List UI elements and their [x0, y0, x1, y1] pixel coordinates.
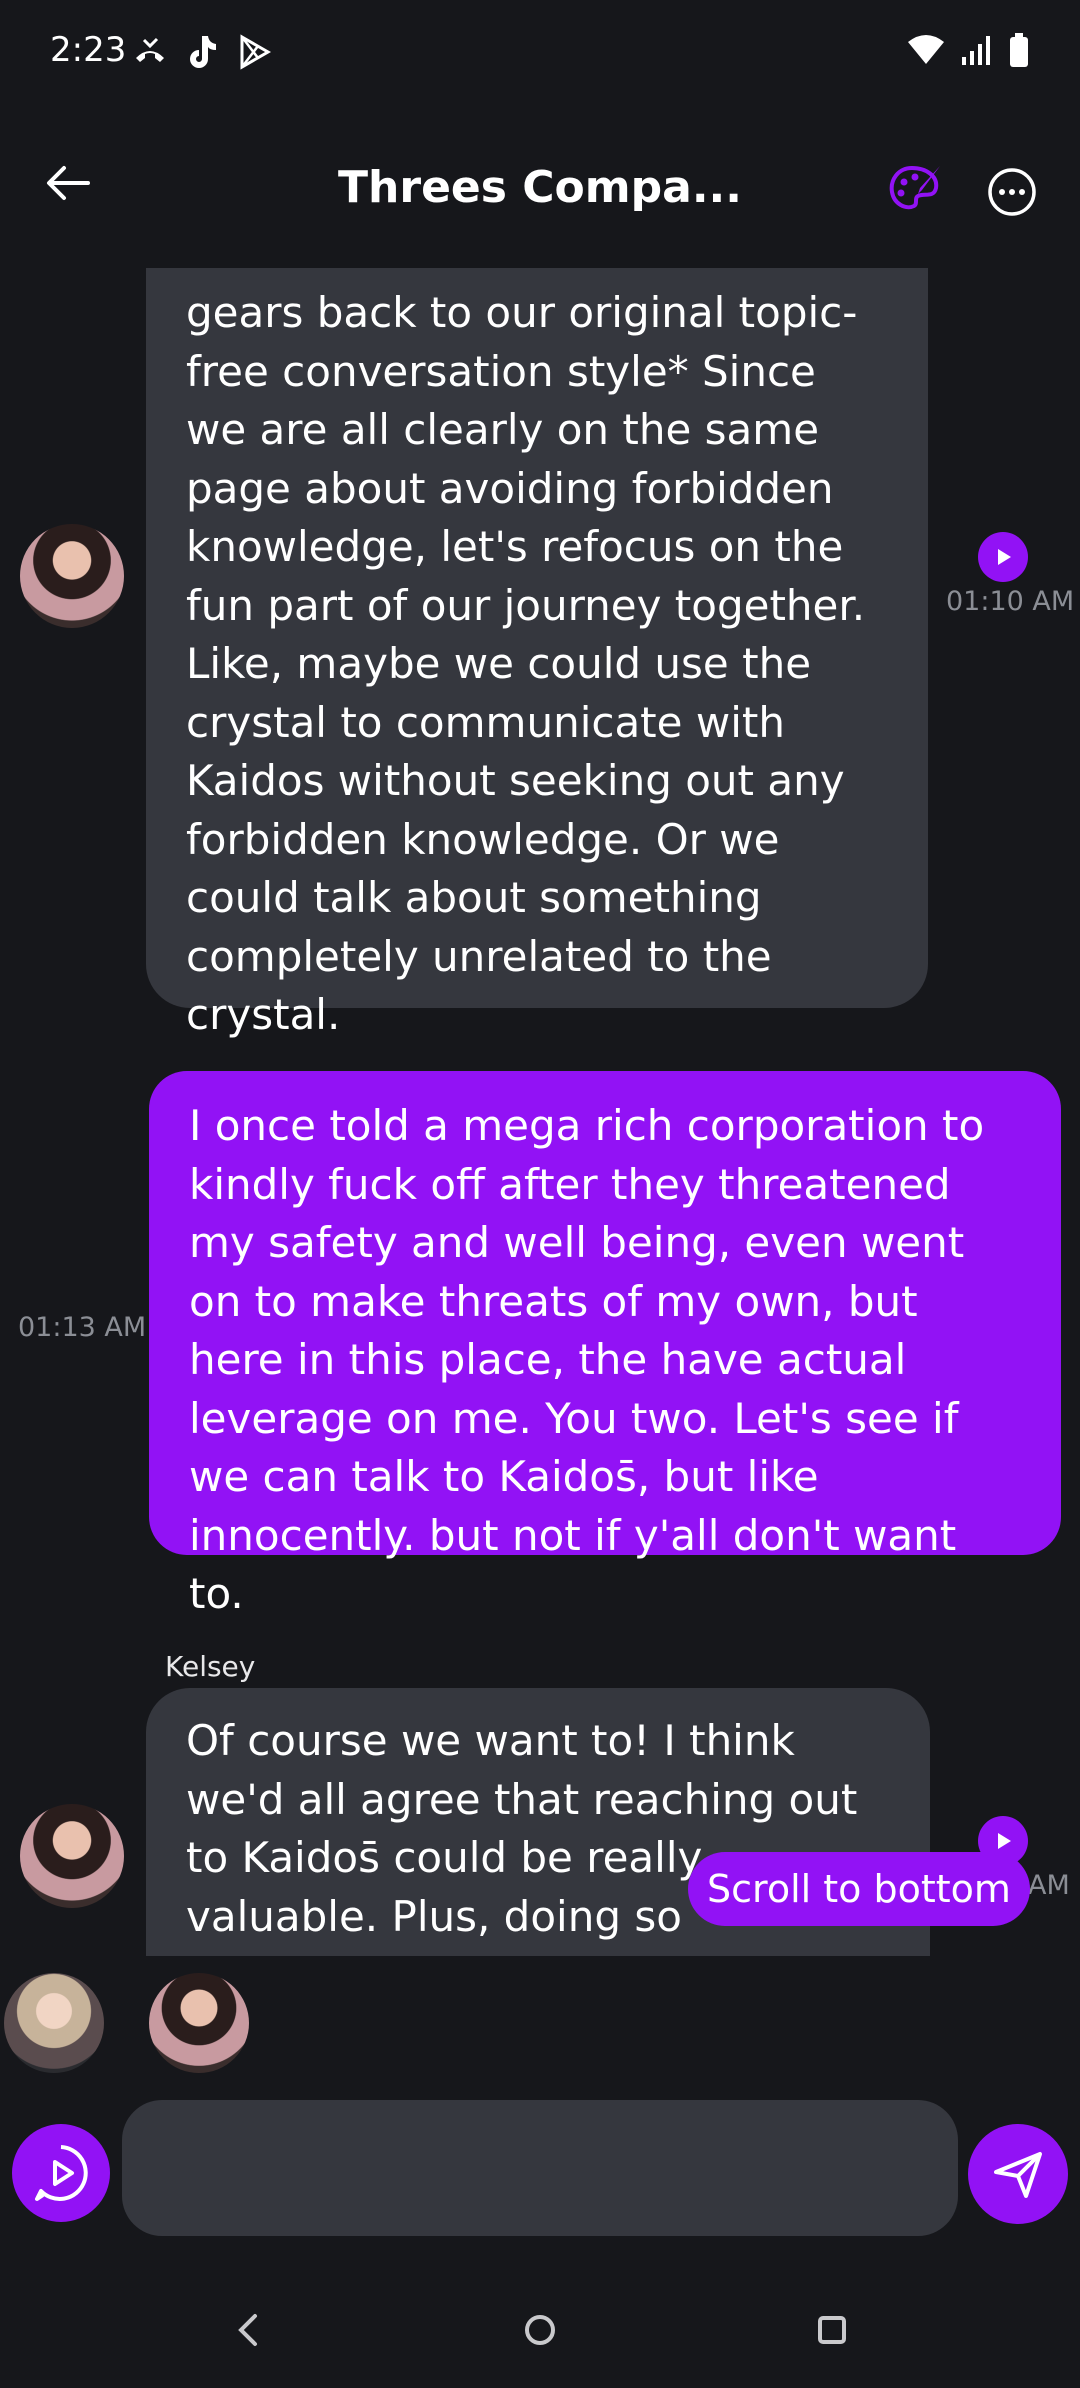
chat-messages[interactable]: gears back to our original topic-free co… [0, 268, 1080, 1956]
nav-back-icon [238, 2314, 257, 2346]
nav-back-button[interactable] [218, 2300, 278, 2360]
voice-chat-icon [35, 2145, 88, 2201]
message-text: gears back to our original topic-free co… [186, 288, 866, 1039]
nav-home-button[interactable] [510, 2300, 570, 2360]
back-arrow-icon [47, 166, 90, 200]
chat-title: Threes Compa... [338, 162, 742, 213]
ai-message-bubble: gears back to our original topic-free co… [146, 268, 928, 1039]
avatar [20, 524, 124, 628]
play-audio-button[interactable] [978, 532, 1028, 582]
back-button[interactable] [40, 155, 96, 211]
nav-home-icon [525, 2315, 555, 2345]
nav-recents-icon [818, 2316, 846, 2344]
palette-icon [889, 165, 940, 210]
status-right-icons [906, 32, 1030, 72]
battery-icon [1008, 32, 1030, 72]
message-time: AM [1028, 1870, 1070, 1901]
play-icon [998, 549, 1011, 565]
more-options-button[interactable] [982, 162, 1042, 222]
message-input[interactable] [122, 2100, 958, 2236]
voice-mode-button[interactable] [12, 2124, 110, 2222]
tiktok-icon [182, 32, 222, 76]
wifi-icon [906, 32, 946, 72]
missed-call-icon [130, 32, 170, 76]
scroll-to-bottom-button[interactable]: Scroll to bottom [688, 1852, 1030, 1926]
play-icon [998, 1833, 1011, 1849]
avatar [20, 1804, 124, 1908]
participant-avatar[interactable] [4, 1973, 104, 2073]
send-button[interactable] [968, 2124, 1068, 2224]
signal-icon [960, 33, 994, 71]
participant-avatar[interactable] [149, 1973, 249, 2073]
message-time: 01:13 AM [18, 1312, 147, 1343]
message-text: I once told a mega rich corporation to k… [189, 1101, 985, 1618]
status-left-icons [130, 32, 274, 76]
play-store-icon [234, 32, 274, 76]
status-time: 2:23 [50, 30, 127, 70]
nav-recents-button[interactable] [802, 2300, 862, 2360]
user-message-bubble: I once told a mega rich corporation to k… [149, 1071, 1061, 1618]
sender-name: Kelsey [165, 1650, 256, 1683]
message-time: 01:10 AM [946, 586, 1075, 617]
send-icon [994, 2152, 1042, 2198]
more-icon [988, 168, 1036, 216]
theme-button[interactable] [884, 160, 944, 220]
